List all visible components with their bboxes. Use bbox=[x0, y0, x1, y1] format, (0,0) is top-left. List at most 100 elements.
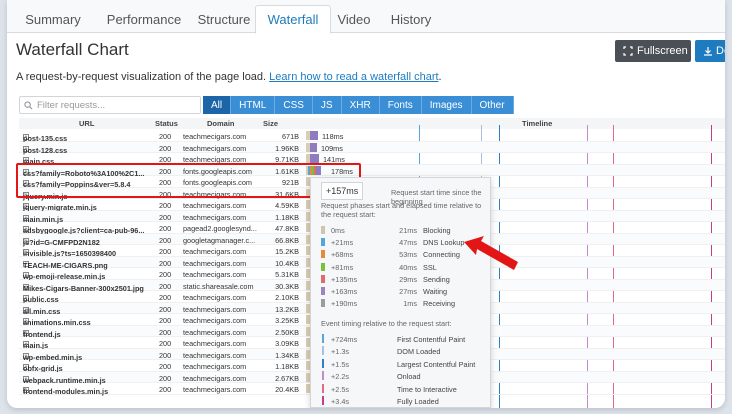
row-status: 200 bbox=[159, 247, 172, 256]
phase-name: Sending bbox=[423, 274, 450, 284]
row-status: 200 bbox=[159, 316, 172, 325]
row-domain: teachmecigars.com bbox=[183, 270, 247, 279]
table-row[interactable]: + post-128.css 200 teachmecigars.com 1.96KB 1… bbox=[19, 141, 725, 155]
phase-name: Waiting bbox=[423, 287, 448, 296]
phase-start: +21ms bbox=[331, 238, 354, 248]
phase-swatch bbox=[321, 226, 325, 234]
tab-structure[interactable]: Structure bbox=[193, 5, 255, 33]
event-swatch bbox=[322, 383, 324, 393]
timeline-bar[interactable] bbox=[310, 131, 318, 140]
row-size: 1.18KB bbox=[275, 362, 299, 371]
tab-history[interactable]: History bbox=[377, 5, 445, 33]
phase-start: +163ms bbox=[331, 287, 358, 296]
filter-requests-input[interactable]: Filter requests... bbox=[19, 96, 201, 114]
phase-duration: 21ms bbox=[399, 226, 417, 235]
chip-css[interactable]: CSS bbox=[275, 96, 313, 114]
row-domain: pagead2.googlesynd... bbox=[183, 224, 257, 233]
row-status: 200 bbox=[159, 224, 172, 233]
phase-duration: 27ms bbox=[399, 287, 417, 296]
row-status: 200 bbox=[159, 362, 172, 371]
chip-images[interactable]: Images bbox=[421, 96, 472, 114]
phase-start: +135ms bbox=[331, 274, 358, 284]
table-row[interactable]: + post-135.css 200 teachmecigars.com 671B 118… bbox=[19, 130, 725, 143]
row-domain: teachmecigars.com bbox=[183, 143, 247, 153]
phase-swatch bbox=[321, 287, 325, 295]
row-size: 2.50KB bbox=[275, 327, 299, 337]
phase-swatch bbox=[321, 238, 325, 247]
request-timing-tooltip: +157ms Request start time since the begi… bbox=[310, 177, 491, 408]
tab-summary[interactable]: Summary bbox=[11, 5, 95, 33]
phase-duration: 47ms bbox=[399, 238, 417, 248]
row-domain: teachmecigars.com bbox=[183, 304, 247, 314]
row-domain: teachmecigars.com bbox=[183, 201, 247, 210]
row-domain: googletagmanager.c... bbox=[183, 235, 256, 245]
event-time: +1.3s bbox=[331, 347, 350, 357]
table-header: URL Status Domain Size Timeline bbox=[19, 118, 725, 129]
report-tabs: Summary Performance Structure Waterfall … bbox=[7, 0, 725, 34]
row-status: 200 bbox=[159, 270, 172, 279]
tab-waterfall[interactable]: Waterfall bbox=[255, 5, 331, 34]
description-text: A request-by-request visualization of th… bbox=[16, 71, 267, 83]
phase-duration: 53ms bbox=[399, 250, 417, 260]
phase-swatch bbox=[321, 262, 325, 271]
event-row: +1.5s Largest Contentful Paint bbox=[321, 358, 486, 370]
row-size: 671B bbox=[281, 132, 299, 141]
event-name: DOM Loaded bbox=[397, 347, 441, 357]
description-suffix: . bbox=[438, 71, 442, 83]
chip-all[interactable]: All bbox=[203, 96, 232, 114]
column-size[interactable]: Size bbox=[263, 119, 278, 128]
timeline-bar[interactable] bbox=[310, 142, 317, 152]
tab-performance[interactable]: Performance bbox=[95, 5, 193, 33]
column-domain[interactable]: Domain bbox=[207, 119, 235, 128]
phase-name: Connecting bbox=[423, 250, 460, 260]
phase-name: SSL bbox=[423, 262, 437, 272]
chip-xhr[interactable]: XHR bbox=[341, 96, 380, 114]
download-button[interactable]: Do bbox=[695, 40, 725, 62]
row-status: 200 bbox=[159, 304, 172, 314]
row-domain: teachmecigars.com bbox=[183, 132, 247, 141]
row-status: 200 bbox=[159, 373, 172, 383]
phase-row: +163ms 27ms Waiting bbox=[321, 286, 486, 297]
tab-video[interactable]: Video bbox=[331, 5, 377, 33]
chip-other[interactable]: Other bbox=[471, 96, 514, 114]
phase-start: 0ms bbox=[331, 226, 345, 235]
chip-html[interactable]: HTML bbox=[231, 96, 276, 114]
start-time-badge: +157ms bbox=[321, 182, 364, 200]
phase-duration: 40ms bbox=[399, 262, 417, 272]
row-domain: teachmecigars.com bbox=[183, 247, 247, 256]
event-swatch bbox=[322, 371, 324, 381]
row-status: 200 bbox=[159, 132, 172, 141]
row-size: 10.4KB bbox=[275, 258, 299, 268]
column-url[interactable]: URL bbox=[79, 119, 94, 128]
timeline-bar[interactable] bbox=[310, 154, 319, 163]
row-size: 3.25KB bbox=[275, 316, 299, 325]
row-domain: teachmecigars.com bbox=[183, 339, 247, 348]
phase-start: +190ms bbox=[331, 299, 358, 309]
event-time: +3.4s bbox=[331, 397, 350, 406]
row-status: 200 bbox=[159, 293, 172, 302]
phase-swatch bbox=[321, 250, 325, 259]
event-row: +1.3s DOM Loaded bbox=[321, 345, 486, 357]
row-size: 1.18KB bbox=[275, 212, 299, 222]
event-name: Fully Loaded bbox=[397, 397, 439, 406]
chip-js[interactable]: JS bbox=[312, 96, 342, 114]
row-size: 66.8KB bbox=[275, 235, 299, 245]
row-size: 5.31KB bbox=[275, 270, 299, 279]
phase-name: Receiving bbox=[423, 299, 456, 309]
fullscreen-button[interactable]: Fullscreen bbox=[615, 40, 691, 62]
row-domain: teachmecigars.com bbox=[183, 316, 247, 325]
row-time-label: 109ms bbox=[321, 143, 343, 153]
waterfall-help-link[interactable]: Learn how to read a waterfall chart bbox=[269, 71, 438, 83]
column-status[interactable]: Status bbox=[155, 119, 178, 128]
row-domain: teachmecigars.com bbox=[183, 258, 247, 268]
download-label: Do bbox=[716, 45, 725, 57]
event-row: +3.4s Fully Loaded bbox=[321, 395, 486, 407]
fullscreen-label: Fullscreen bbox=[637, 45, 688, 57]
phase-row: +190ms 1ms Receiving bbox=[321, 298, 486, 309]
row-size: 15.2KB bbox=[275, 247, 299, 256]
row-size: 1.34KB bbox=[275, 350, 299, 360]
row-size: 2.67KB bbox=[275, 373, 299, 383]
download-icon bbox=[704, 47, 712, 56]
row-size: 20.4KB bbox=[275, 385, 299, 394]
chip-fonts[interactable]: Fonts bbox=[379, 96, 422, 114]
